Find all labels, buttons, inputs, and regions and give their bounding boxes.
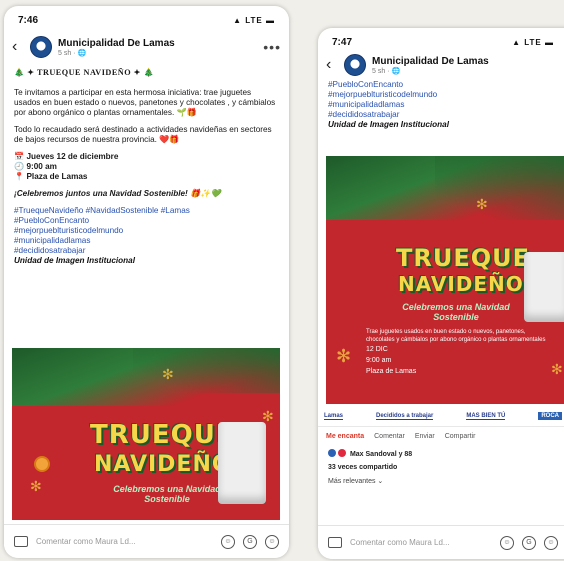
hashtag-link[interactable]: #PuebloConEncanto xyxy=(14,216,279,226)
gift-box-image xyxy=(218,422,266,504)
post-paragraph: Todo lo recaudado será destinado a activ… xyxy=(14,125,272,144)
unit-signature: Unidad de Imagen Institucional xyxy=(328,120,450,129)
garland-decoration xyxy=(132,348,280,393)
status-bar: 7:47 ▲ LTE ▬ xyxy=(318,28,564,50)
page-name[interactable]: Municipalidad De Lamas xyxy=(58,38,175,49)
gif-icon[interactable]: G xyxy=(243,534,257,549)
post-meta: 5 sh · 🌐 xyxy=(372,67,401,75)
poster-title-line-2: NAVIDEÑO xyxy=(94,452,232,477)
status-bar: 7:46 ▲ LTE ▬ xyxy=(4,6,289,28)
status-time: 7:47 xyxy=(332,36,353,48)
comment-bar: Comentar como Maura Ld... ☺ G ☺ xyxy=(4,524,289,558)
post-body: #PuebloConEncanto #mejorpueblturisticode… xyxy=(318,80,564,130)
post-header: ‹ Municipalidad De Lamas 5 sh · 🌐 xyxy=(318,50,564,80)
comment-input[interactable]: Comentar como Maura Ld... xyxy=(350,538,492,547)
event-details: 📅 Jueves 12 de diciembre 🕘 9:00 am 📍 Pla… xyxy=(14,152,119,181)
hashtag-list: #PuebloConEncanto #mejorpueblturisticode… xyxy=(328,80,558,120)
post-paragraph: ¡Celebremos juntos una Navidad Sostenibl… xyxy=(14,189,221,198)
like-reaction-icon xyxy=(328,449,336,457)
post-footer: Lamas Decididos a trabajar MAS BIEN TÚ R… xyxy=(318,406,564,488)
phone-screenshot-right: 7:47 ▲ LTE ▬ ‹ Municipalidad De Lamas 5 … xyxy=(318,28,564,559)
love-reaction-icon xyxy=(338,449,346,457)
post-actions: Me encanta Comentar Enviar Compartir xyxy=(318,426,564,446)
comment-bar: Comentar como Maura Ld... ☺ G ☺ xyxy=(318,525,564,559)
poster-info-line: Trae juguetes usados en buen estado o nu… xyxy=(366,329,546,343)
more-options-icon[interactable]: ••• xyxy=(263,39,281,55)
share-button[interactable]: Compartir xyxy=(445,433,476,440)
snowflake-icon: ✻ xyxy=(162,366,174,382)
status-icons: ▲ LTE ▬ xyxy=(233,15,275,25)
like-button[interactable]: Me encanta xyxy=(326,433,364,440)
gif-icon[interactable]: G xyxy=(522,535,536,550)
poster-subtitle: Celebremos una Navidad Sostenible xyxy=(402,302,510,322)
status-icons: ▲ LTE ▬ xyxy=(512,37,554,47)
post-title-line: 🎄 ✦ TRUEQUE NAVIDEÑO ✦ 🎄 xyxy=(14,68,155,77)
poster-title-line-1: TRUEQUE xyxy=(396,244,531,272)
poster-title-line-1: TRUEQUE xyxy=(90,420,235,450)
reactions-count: Max Sandoval y 88 xyxy=(349,451,413,458)
emoji-icon[interactable]: ☺ xyxy=(221,534,235,549)
unit-signature: Unidad de Imagen Institucional xyxy=(14,256,136,265)
post-paragraph: Te invitamos a participar en esta hermos… xyxy=(14,88,276,117)
reactions-summary[interactable]: Max Sandoval y 88 xyxy=(318,446,564,461)
post-header: ‹ Municipalidad De Lamas 5 sh · 🌐 ••• xyxy=(4,28,289,62)
hashtag-link[interactable]: #municipalidadlamas xyxy=(14,236,279,246)
snowflake-icon: ✻ xyxy=(336,346,352,366)
poster-subtitle: Celebremos una Navidad Sostenible xyxy=(113,484,221,504)
back-arrow-icon[interactable]: ‹ xyxy=(12,38,24,56)
emoji-icon[interactable]: ☺ xyxy=(500,535,514,550)
snowflake-icon: ✻ xyxy=(476,196,488,212)
camera-icon[interactable] xyxy=(14,536,28,547)
sponsor-logo: MAS BIEN TÚ xyxy=(466,412,506,420)
snowflake-icon: ✻ xyxy=(30,478,42,494)
page-avatar[interactable] xyxy=(344,54,366,76)
sticker-icon[interactable]: ☺ xyxy=(544,535,558,550)
poster-info-line: Plaza de Lamas xyxy=(366,368,417,375)
screenshot-collage: 7:46 ▲ LTE ▬ ‹ Municipalidad De Lamas 5 … xyxy=(0,0,564,561)
sponsor-logo: Lamas xyxy=(324,412,344,420)
camera-icon[interactable] xyxy=(328,537,342,548)
hashtag-list: #TruequeNavideño #NavidadSostenible #Lam… xyxy=(14,206,279,256)
poster-info-line: 9:00 am xyxy=(366,357,392,364)
sticker-icon[interactable]: ☺ xyxy=(265,534,279,549)
hashtag-link[interactable]: #mejorpueblturisticodelmundo xyxy=(14,226,279,236)
hashtag-link[interactable]: #TruequeNavideño #NavidadSostenible #Lam… xyxy=(14,206,279,216)
ornament-icon xyxy=(34,456,50,472)
sponsor-logos: Lamas Decididos a trabajar MAS BIEN TÚ R… xyxy=(318,406,564,426)
post-meta: 5 sh · 🌐 xyxy=(58,49,87,57)
send-button[interactable]: Enviar xyxy=(415,433,435,440)
back-arrow-icon[interactable]: ‹ xyxy=(326,56,338,74)
page-name[interactable]: Municipalidad De Lamas xyxy=(372,56,489,67)
poster-info: Trae juguetes usados en buen estado o nu… xyxy=(366,328,546,377)
hashtag-link[interactable]: #decididosatrabajar xyxy=(14,246,279,256)
shares-count[interactable]: 33 veces compartido xyxy=(318,461,564,474)
hashtag-link[interactable]: #PuebloConEncanto xyxy=(328,80,558,90)
comment-sort[interactable]: Más relevantes ⌄ xyxy=(318,474,564,488)
poster-info-line: 12 DIC xyxy=(366,346,388,353)
hashtag-link[interactable]: #mejorpueblturisticodelmundo xyxy=(328,90,558,100)
garland-decoration xyxy=(434,156,564,221)
post-body: 🎄 ✦ TRUEQUE NAVIDEÑO ✦ 🎄 Te invitamos a … xyxy=(4,68,289,266)
comment-input[interactable]: Comentar como Maura Ld... xyxy=(36,537,213,546)
snowflake-icon: ✻ xyxy=(551,361,563,377)
status-time: 7:46 xyxy=(18,14,39,26)
event-poster-image[interactable]: ✻ ✻ ✻ TRUEQUE NAVIDEÑO Celebremos una Na… xyxy=(12,348,280,520)
event-poster-image[interactable]: ✻ ✻ ✻ TRUEQUE NAVIDEÑO Celebremos una Na… xyxy=(326,156,564,404)
phone-screenshot-left: 7:46 ▲ LTE ▬ ‹ Municipalidad De Lamas 5 … xyxy=(4,6,289,558)
poster-title-line-2: NAVIDEÑO xyxy=(398,272,524,296)
page-avatar[interactable] xyxy=(30,36,52,58)
gift-box-image xyxy=(524,252,564,322)
hashtag-link[interactable]: #decididosatrabajar xyxy=(328,110,558,120)
sponsor-logo: Decididos a trabajar xyxy=(376,412,434,420)
hashtag-link[interactable]: #municipalidadlamas xyxy=(328,100,558,110)
sponsor-logo: ROCA xyxy=(538,412,562,420)
comment-button[interactable]: Comentar xyxy=(374,433,405,440)
